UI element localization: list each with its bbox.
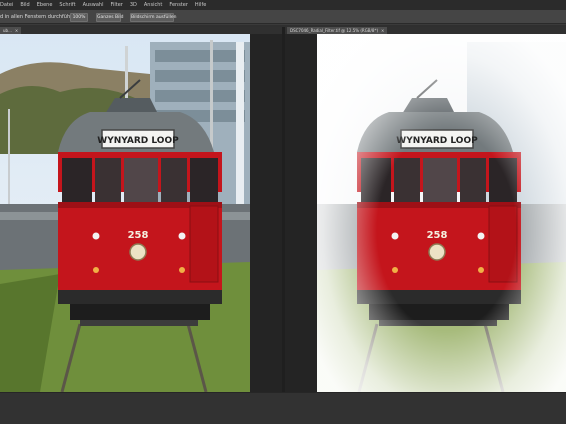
menu-item-image[interactable]: Bild — [20, 0, 29, 10]
options-bar: d in allen Fenstern durchführen 100% Gan… — [0, 10, 566, 24]
tab-bar: ub... × — [0, 27, 282, 34]
menu-bar: Datei Bild Ebene Schrift Auswahl Filter … — [0, 0, 566, 10]
tab-title: DSC7046_Radial_Filter.tif @ 12.5% (RGB/8… — [290, 28, 379, 33]
menu-item-window[interactable]: Fenster — [169, 0, 188, 10]
tram-photo-original: WYNYARD LOOP 258 — [0, 34, 250, 392]
document-window-original: ub... × WYNYARD LOOP 258 — [0, 27, 282, 392]
menu-item-filter[interactable]: Filter — [110, 0, 122, 10]
status-bar — [0, 392, 566, 424]
tab-title: ub... — [3, 28, 12, 33]
menu-item-type[interactable]: Schrift — [59, 0, 75, 10]
tab-radial-filter[interactable]: DSC7046_Radial_Filter.tif @ 12.5% (RGB/8… — [287, 27, 388, 34]
fill-screen-button[interactable]: Bildschirm ausfüllen — [130, 13, 176, 22]
tram-photo-radial-filter: WYNYARD LOOP 258 — [317, 34, 566, 392]
menu-item-file[interactable]: Datei — [0, 0, 13, 10]
fit-screen-button[interactable]: Ganzes Bild — [96, 13, 123, 22]
close-icon[interactable]: × — [381, 28, 384, 33]
document-window-radial-filter: DSC7046_Radial_Filter.tif @ 12.5% (RGB/8… — [285, 27, 566, 392]
zoom-100-button[interactable]: 100% — [70, 13, 88, 22]
tab-original[interactable]: ub... × — [0, 27, 22, 34]
menu-item-select[interactable]: Auswahl — [83, 0, 104, 10]
scroll-all-windows-checkbox-label[interactable]: d in allen Fenstern durchführen — [0, 14, 78, 20]
close-icon[interactable]: × — [15, 28, 18, 33]
menu-item-view[interactable]: Ansicht — [144, 0, 162, 10]
tram-number: 258 — [128, 230, 149, 241]
menu-item-layer[interactable]: Ebene — [37, 0, 53, 10]
canvas-original[interactable]: WYNYARD LOOP 258 — [0, 34, 282, 392]
destination-sign: WYNYARD LOOP — [97, 136, 179, 146]
tab-bar: DSC7046_Radial_Filter.tif @ 12.5% (RGB/8… — [285, 27, 566, 34]
canvas-radial-filter[interactable]: WYNYARD LOOP 258 — [285, 34, 566, 392]
menu-item-3d[interactable]: 3D — [130, 0, 137, 10]
menu-item-help[interactable]: Hilfe — [195, 0, 206, 10]
